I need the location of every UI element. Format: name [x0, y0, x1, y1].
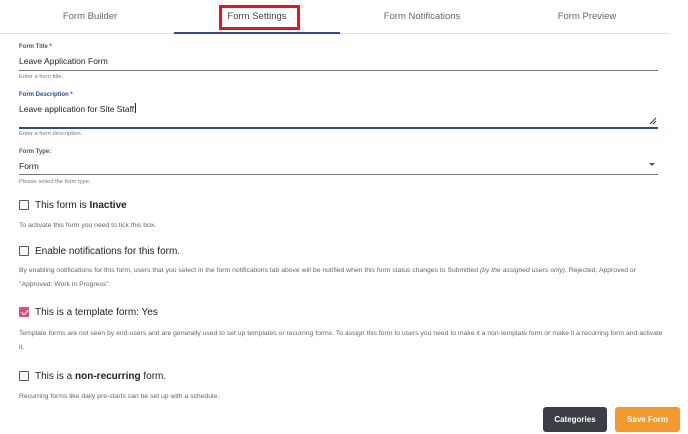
resize-handle-icon[interactable]: [649, 117, 657, 125]
chevron-down-icon[interactable]: [649, 163, 655, 166]
form-type-underline: [19, 174, 658, 175]
form-description-helper: Enter a form description.: [19, 131, 83, 137]
form-title-helper: Enter a form title.: [19, 74, 64, 80]
recurring-option[interactable]: This is a non-recurring form.: [19, 370, 166, 382]
form-type-helper: Please select the form type.: [19, 179, 91, 185]
save-form-button[interactable]: Save Form: [615, 407, 680, 432]
tab-form-builder[interactable]: Form Builder: [6, 0, 174, 34]
notifications-label: Enable notifications for this form.: [35, 245, 181, 257]
form-title-underline: [19, 70, 658, 71]
recurring-checkbox[interactable]: [19, 371, 29, 381]
form-type-label: Form Type:: [19, 149, 52, 155]
recurring-description: Recurring forms like daily pre-starts ca…: [19, 393, 220, 400]
form-title-label: Form Title *: [19, 44, 52, 50]
form-title-input[interactable]: Leave Application Form: [19, 56, 108, 66]
template-label: This is a template form: Yes: [35, 306, 158, 318]
tab-form-preview[interactable]: Form Preview: [504, 0, 670, 34]
text-cursor: [134, 103, 136, 113]
notifications-option[interactable]: Enable notifications for this form.: [19, 245, 180, 257]
notifications-checkbox[interactable]: [19, 246, 29, 256]
inactive-checkbox[interactable]: [19, 200, 29, 210]
template-option[interactable]: This is a template form: Yes: [19, 306, 158, 318]
form-description-underline: [19, 127, 658, 129]
inactive-label: This form is Inactive: [35, 199, 127, 211]
highlight-annotation-box: [219, 5, 300, 30]
form-type-select[interactable]: Form: [19, 161, 39, 171]
categories-button[interactable]: Categories: [543, 407, 607, 432]
form-description-input[interactable]: Leave application for Site Staff: [19, 103, 136, 114]
form-description-label: Form Description *: [19, 92, 73, 98]
form-description-text: Leave application for Site Staff: [19, 104, 135, 114]
recurring-label: This is a non-recurring form.: [35, 370, 167, 382]
template-description: Template forms are not seen by end-users…: [19, 330, 663, 351]
inactive-option[interactable]: This form is Inactive: [19, 199, 127, 211]
tab-bar: Form Builder Form Settings Form Notifica…: [0, 0, 670, 34]
notifications-description: By enabling notifications for this form,…: [19, 267, 636, 288]
template-checkbox[interactable]: [19, 307, 29, 317]
inactive-description: To activate this form you need to tick t…: [19, 222, 157, 229]
tab-form-notifications[interactable]: Form Notifications: [340, 0, 504, 34]
